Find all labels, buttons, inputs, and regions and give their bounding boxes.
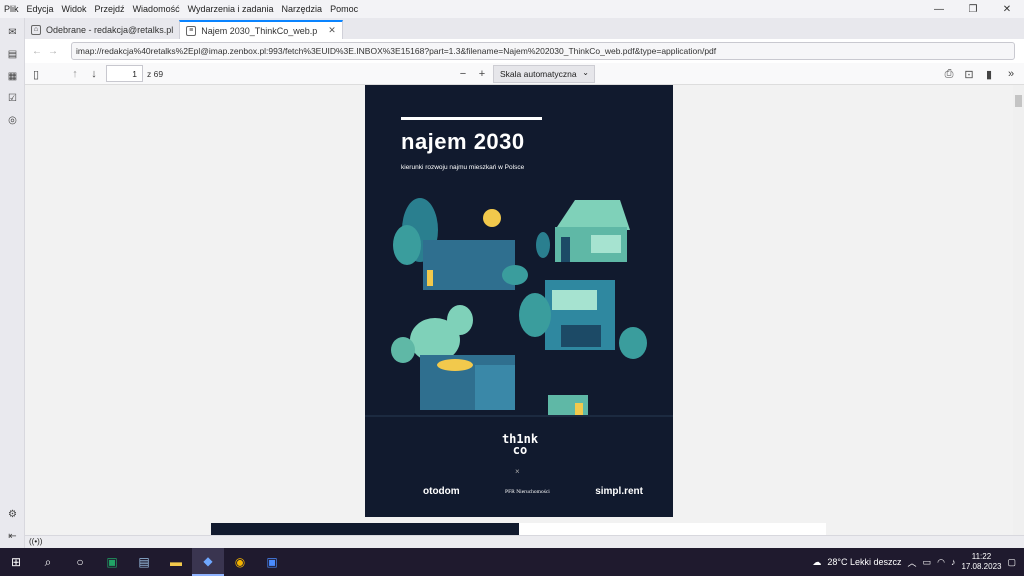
system-tray: ☁ 28°C Lekki deszcz ︿ ▭ ◠ ♪ 11:22 17.08.… — [812, 548, 1024, 576]
window-controls: — ❐ ✕ — [922, 0, 1024, 18]
thinkco-logo: th1nk co — [501, 432, 539, 457]
battery-icon[interactable]: ▭ — [923, 557, 932, 568]
menu-message[interactable]: Wiadomość — [129, 4, 184, 14]
menu-bar: Plik Edycja Widok Przejdź Wiadomość Wyda… — [0, 0, 1024, 18]
tab-label: Najem 2030_ThinkCo_web.p — [201, 25, 318, 36]
previous-page-icon[interactable]: ↑ — [69, 67, 81, 81]
maximize-icon[interactable]: ❐ — [956, 0, 990, 18]
wifi-icon[interactable]: ◠ — [937, 557, 945, 568]
menu-file[interactable]: Plik — [0, 4, 23, 14]
chrome-icon[interactable]: ◉ — [224, 548, 256, 576]
pdf-page-cover: najem 2030 kierunki rozwoju najmu mieszk… — [365, 85, 673, 517]
page-count: z 69 — [147, 69, 164, 79]
zoom-out-icon[interactable]: − — [457, 67, 469, 81]
clock-time: 11:22 — [971, 552, 992, 561]
simplrent-logo: simpl.rent — [595, 486, 643, 497]
menu-events[interactable]: Wydarzenia i zadania — [184, 4, 278, 14]
file-explorer-icon[interactable]: ▬ — [160, 548, 192, 576]
menu-edit[interactable]: Edycja — [23, 4, 58, 14]
notifications-icon[interactable]: ▢ — [1007, 557, 1016, 568]
taskbar: ⊞ ⌕ ○ ▣ ▤ ▬ ◆ ◉ ▣ ☁ 28°C Lekki deszcz ︿ … — [0, 548, 1024, 576]
page-number-input[interactable]: 1 — [106, 65, 143, 82]
cover-illustration — [365, 198, 673, 417]
sidebar-toggle-icon[interactable]: ▯ — [30, 67, 42, 81]
collapse-icon[interactable]: ⇤ — [6, 530, 19, 543]
mail-icon[interactable]: ✉ — [6, 26, 19, 39]
back-icon[interactable]: ← — [29, 46, 45, 57]
url-field[interactable]: imap://redakcja%40retalks%2Epl@imap.zenb… — [71, 42, 1015, 60]
address-book-icon[interactable]: ▤ — [6, 48, 19, 61]
next-page-icon[interactable]: ↓ — [88, 67, 100, 81]
clock-date: 17.08.2023 — [961, 562, 1002, 571]
pdf-toolbar: ▯ ↑ ↓ 1 z 69 − + Skala automatyczna ⌄ ⎙ … — [25, 63, 1024, 85]
search-icon[interactable]: ⌕ — [32, 548, 64, 576]
partner-separator: × — [515, 467, 520, 476]
word-icon[interactable]: ▣ — [256, 548, 288, 576]
weather-text[interactable]: 28°C Lekki deszcz — [827, 557, 901, 567]
tasks-icon[interactable]: ☑ — [6, 92, 19, 105]
zoom-in-icon[interactable]: + — [476, 67, 488, 81]
scrollbar[interactable] — [1013, 85, 1024, 535]
cover-subtitle: kierunki rozwoju najmu mieszkań w Polsce — [401, 164, 525, 171]
settings-icon[interactable]: ⚙ — [6, 508, 19, 521]
scrollbar-thumb[interactable] — [1015, 95, 1022, 107]
document-icon: ≡ — [186, 25, 197, 36]
menu-view[interactable]: Widok — [58, 4, 91, 14]
chevron-down-icon: ⌄ — [582, 68, 589, 77]
activity-icon: ((•)) — [29, 537, 43, 546]
tab-bar: ⌂ Odebrane - redakcja@retalks.pl ≡ Najem… — [25, 18, 1024, 39]
menu-go[interactable]: Przejdź — [91, 4, 129, 14]
partner-logos: otodom PFR Nieruchomości simpl.rent — [423, 486, 643, 497]
chevron-up-icon[interactable]: ︿ — [908, 556, 917, 569]
menu-help[interactable]: Pomoc — [326, 4, 362, 14]
clock[interactable]: 11:22 17.08.2023 — [961, 552, 1001, 572]
tab-label: Odebrane - redakcja@retalks.pl — [46, 24, 174, 35]
pdf-viewer[interactable]: najem 2030 kierunki rozwoju najmu mieszk… — [25, 85, 1024, 535]
close-tab-icon[interactable]: ✕ — [328, 25, 336, 36]
zoom-select[interactable]: Skala automatyczna ⌄ — [493, 65, 595, 83]
tab-inbox[interactable]: ⌂ Odebrane - redakcja@retalks.pl — [25, 20, 179, 39]
thunderbird-icon[interactable]: ◆ — [192, 548, 224, 576]
status-bar: ((•)) — [25, 535, 1024, 548]
bookmark-icon[interactable]: ▮ — [983, 67, 995, 81]
forward-icon[interactable]: → — [45, 46, 61, 57]
cover-title: najem 2030 — [401, 129, 525, 154]
weather-icon: ☁ — [812, 556, 822, 567]
tab-pdf[interactable]: ≡ Najem 2030_ThinkCo_web.p ✕ — [179, 20, 343, 39]
otodom-logo: otodom — [423, 486, 460, 497]
excel-icon[interactable]: ▣ — [96, 548, 128, 576]
close-window-icon[interactable]: ✕ — [990, 0, 1024, 18]
calendar-icon[interactable]: ▦ — [6, 70, 19, 83]
inbox-icon: ⌂ — [31, 24, 41, 35]
more-tools-icon[interactable]: » — [1005, 67, 1017, 81]
save-icon[interactable]: ⊡ — [963, 67, 975, 81]
navigation-bar: ← → imap://redakcja%40retalks%2Epl@imap.… — [25, 39, 1024, 63]
pdf-page-2 — [211, 523, 826, 535]
task-view-icon[interactable]: ○ — [64, 548, 96, 576]
page-2-dark-half — [211, 523, 519, 535]
spaces-toolbar: ✉ ▤ ▦ ☑ ◎ ⚙ ⇤ — [0, 18, 25, 548]
network-app-icon[interactable]: ▤ — [128, 548, 160, 576]
title-rule — [401, 117, 542, 120]
zoom-value: Skala automatyczna — [500, 69, 577, 79]
menu-tools[interactable]: Narzędzia — [278, 4, 327, 14]
chat-icon[interactable]: ◎ — [6, 114, 19, 127]
pfr-logo: PFR Nieruchomości — [505, 488, 550, 495]
print-icon[interactable]: ⎙ — [943, 67, 955, 81]
windows-start-icon[interactable]: ⊞ — [0, 548, 32, 576]
minimize-icon[interactable]: — — [922, 0, 956, 18]
volume-icon[interactable]: ♪ — [951, 557, 956, 567]
